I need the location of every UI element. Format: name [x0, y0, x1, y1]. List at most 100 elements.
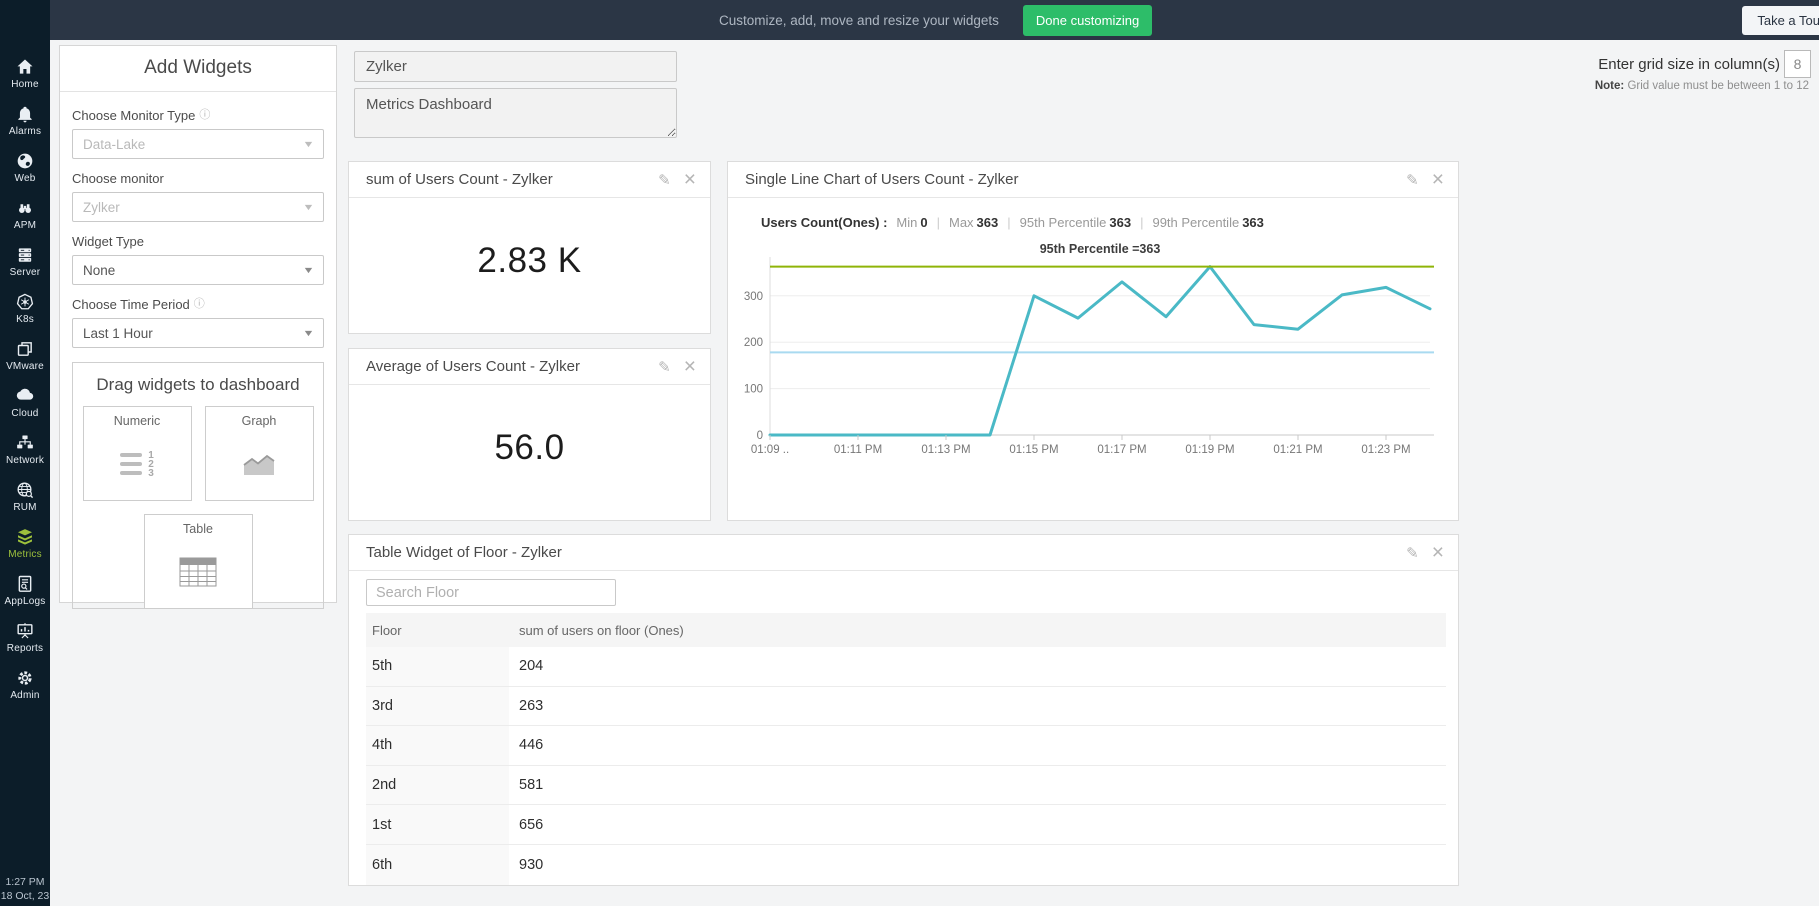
web-icon [15, 151, 35, 171]
column-header-sum: sum of users on floor (Ones) [509, 623, 684, 638]
drag-tile-table[interactable]: Table [144, 514, 253, 609]
sidebar-item-apm[interactable]: APM [0, 191, 50, 238]
drag-tile-graph[interactable]: Graph [205, 406, 314, 501]
field-choose-time-period: Choose Time Periodⓘ Last 1 Hour▼ [72, 297, 324, 348]
choose-monitor-type-select: Data-Lake ▼ [72, 129, 324, 159]
edit-widget-icon[interactable]: ✎ [658, 171, 671, 189]
drag-widgets-section: Drag widgets to dashboard Numeric 1 2 3G… [72, 362, 324, 609]
stat-99th-percentile: 99th Percentile363 [1152, 215, 1263, 230]
close-widget-icon[interactable]: × [1432, 545, 1444, 561]
line-chart-widget: Single Line Chart of Users Count - Zylke… [727, 161, 1459, 521]
add-widgets-panel: Add Widgets Choose Monitor TypeⓘData-Lak… [59, 45, 337, 603]
sidebar-item-web[interactable]: Web [0, 144, 50, 191]
close-widget-icon[interactable]: × [1432, 172, 1444, 188]
chevron-down-icon: ▼ [302, 139, 314, 149]
stats-separator: | [1140, 215, 1143, 230]
users-count-series-line [770, 267, 1430, 435]
clock-date: 18 Oct, 23 [0, 889, 50, 903]
take-a-tour-button[interactable]: Take a Tou [1742, 6, 1819, 35]
field-label: Choose Time Periodⓘ [72, 297, 324, 312]
stats-separator: | [1007, 215, 1010, 230]
edit-widget-icon[interactable]: ✎ [1406, 171, 1419, 189]
stat-max: Max363 [949, 215, 998, 230]
field-label: Choose Monitor Typeⓘ [72, 108, 324, 123]
sidebar-item-vmware[interactable]: VMware [0, 332, 50, 379]
table-row: 4th446 [366, 726, 1446, 766]
vmware-icon [15, 339, 35, 359]
average-widget-title: Average of Users Count - Zylker [366, 358, 658, 375]
apm-icon [15, 198, 35, 218]
x-axis-tick-label: 01:17 PM [1097, 444, 1146, 456]
sidebar-item-cloud[interactable]: Cloud [0, 379, 50, 426]
sidebar-item-k8s[interactable]: K8s [0, 285, 50, 332]
sum-cell: 581 [509, 766, 1446, 805]
sidebar-item-rum[interactable]: RUM [0, 473, 50, 520]
sidebar-item-label: VMware [6, 361, 44, 372]
table-row: 1st656 [366, 805, 1446, 845]
edit-widget-icon[interactable]: ✎ [1406, 544, 1419, 562]
choose-time-period-select[interactable]: Last 1 Hour▼ [72, 318, 324, 348]
info-icon[interactable]: ⓘ [194, 299, 205, 310]
customize-hint-text: Customize, add, move and resize your wid… [719, 13, 999, 28]
selected-value: Zylker [83, 200, 120, 215]
drag-tile-numeric[interactable]: Numeric 1 2 3 [83, 406, 192, 501]
x-axis-tick-label: 01:13 PM [921, 444, 970, 456]
sidebar-clock: 1:27 PM 18 Oct, 23 [0, 875, 50, 903]
widget-type-select[interactable]: None▼ [72, 255, 324, 285]
sidebar-item-server[interactable]: Server [0, 238, 50, 285]
column-header-floor: Floor [366, 623, 509, 638]
chart-stats-row: Users Count(Ones) :Min0|Max363|95th Perc… [728, 198, 1458, 230]
sum-widget: sum of Users Count - Zylker ✎ × 2.83 K [348, 161, 711, 334]
sum-cell: 263 [509, 687, 1446, 726]
stats-series-name: Users Count(Ones) : [761, 215, 887, 230]
sidebar-item-alarms[interactable]: Alarms [0, 97, 50, 144]
x-axis-tick-label: 01:09 .. [751, 444, 789, 456]
left-nav-sidebar: Home Alarms WebAPMServerK8s VMware Cloud Netw… [0, 0, 50, 906]
field-choose-monitor: Choose monitorZylker▼ [72, 171, 324, 222]
k8s-icon [15, 292, 35, 312]
x-axis-tick-label: 01:23 PM [1361, 444, 1410, 456]
floor-table: Floor sum of users on floor (Ones) 5th20… [366, 613, 1446, 885]
sidebar-item-applogs[interactable]: AppLogs [0, 567, 50, 614]
done-customizing-button[interactable]: Done customizing [1023, 5, 1152, 36]
line-chart-widget-title: Single Line Chart of Users Count - Zylke… [745, 171, 1406, 188]
sidebar-item-label: Reports [7, 643, 43, 654]
alarms-icon [15, 104, 35, 124]
info-icon[interactable]: ⓘ [199, 110, 210, 121]
server-icon [15, 245, 35, 265]
dashboard-description-input[interactable]: Metrics Dashboard [354, 88, 677, 138]
dashboard-name-input[interactable] [354, 51, 677, 82]
average-widget-value: 56.0 [349, 428, 710, 468]
sidebar-item-admin[interactable]: Admin [0, 661, 50, 708]
grid-size-input[interactable] [1784, 50, 1811, 78]
sidebar-item-metrics[interactable]: Metrics [0, 520, 50, 567]
tile-label: Numeric [114, 414, 161, 428]
selected-value: Data-Lake [83, 137, 145, 152]
top-bar: Customize, add, move and resize your wid… [0, 0, 1819, 40]
sidebar-item-label: Metrics [8, 549, 42, 560]
sum-widget-title: sum of Users Count - Zylker [366, 171, 658, 188]
table-row: 3rd263 [366, 687, 1446, 727]
graph-widget-icon [241, 428, 277, 500]
sidebar-item-label: AppLogs [5, 596, 46, 607]
chart-inline-title: 95th Percentile =363 [1040, 242, 1161, 256]
table-widget-icon [179, 536, 217, 608]
edit-widget-icon[interactable]: ✎ [658, 358, 671, 376]
sidebar-item-network[interactable]: Network [0, 426, 50, 473]
floor-cell: 3rd [366, 687, 509, 726]
table-row: 2nd581 [366, 766, 1446, 806]
sidebar-item-label: Home [11, 79, 38, 90]
sidebar-item-label: Cloud [11, 408, 38, 419]
grid-size-note-bold: Note: [1595, 80, 1624, 92]
y-axis-tick-label: 300 [744, 291, 763, 303]
table-search-input[interactable] [366, 579, 616, 606]
floor-cell: 4th [366, 726, 509, 765]
sidebar-item-home[interactable]: Home [0, 50, 50, 97]
close-widget-icon[interactable]: × [684, 172, 696, 188]
sidebar-item-reports[interactable]: Reports [0, 614, 50, 661]
close-widget-icon[interactable]: × [684, 359, 696, 375]
sum-cell: 446 [509, 726, 1446, 765]
chevron-down-icon: ▼ [302, 265, 314, 275]
sidebar-item-label: Alarms [9, 126, 41, 137]
table-widget-title: Table Widget of Floor - Zylker [366, 544, 1406, 561]
